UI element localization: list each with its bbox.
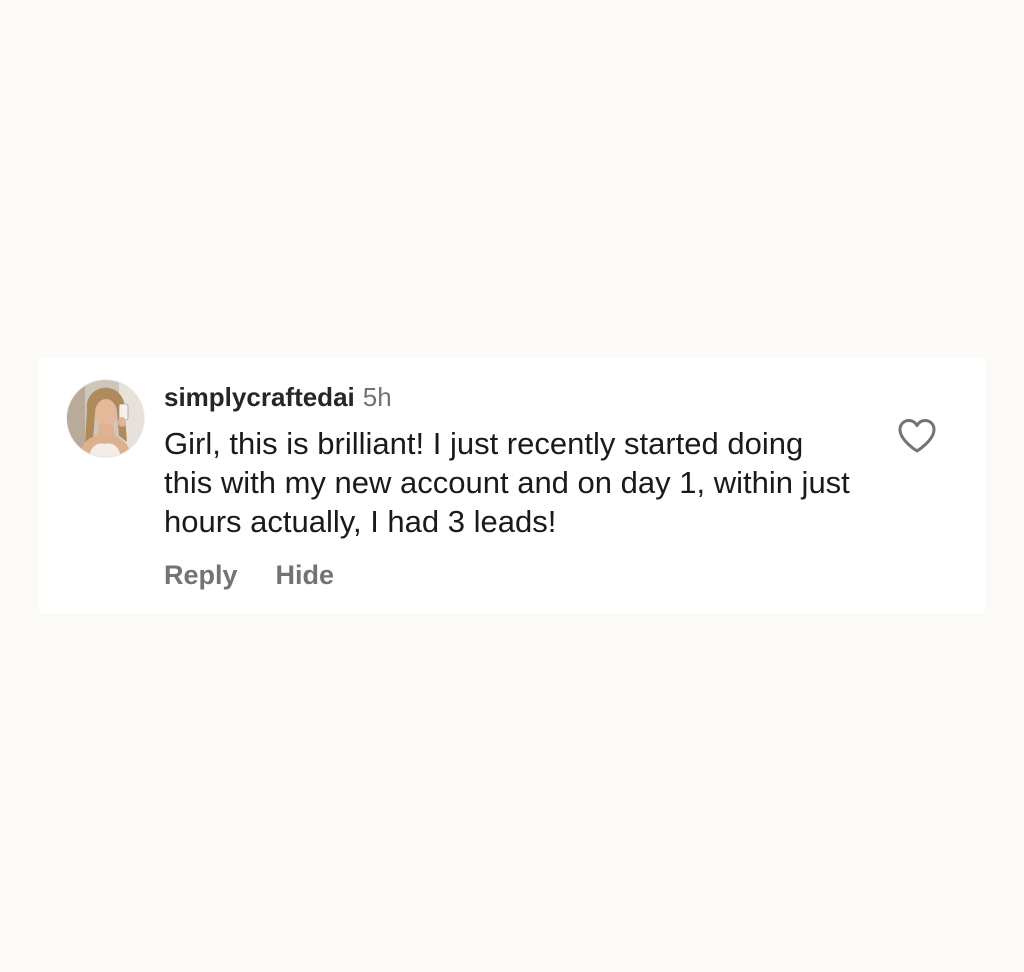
avatar[interactable] <box>67 380 144 457</box>
comment-actions: Reply Hide <box>164 558 334 592</box>
reply-button[interactable]: Reply <box>164 560 238 590</box>
hide-button[interactable]: Hide <box>276 560 335 590</box>
comment-text: Girl, this is brilliant! I just recently… <box>164 426 850 539</box>
comment-card: simplycraftedai 5h Girl, this is brillian… <box>39 358 985 613</box>
comment-header: simplycraftedai 5h <box>164 382 392 412</box>
like-button[interactable] <box>897 418 937 454</box>
username[interactable]: simplycraftedai <box>164 382 355 412</box>
timestamp: 5h <box>362 382 392 412</box>
heart-outline-icon <box>898 419 936 453</box>
profile-photo-icon <box>67 380 144 457</box>
